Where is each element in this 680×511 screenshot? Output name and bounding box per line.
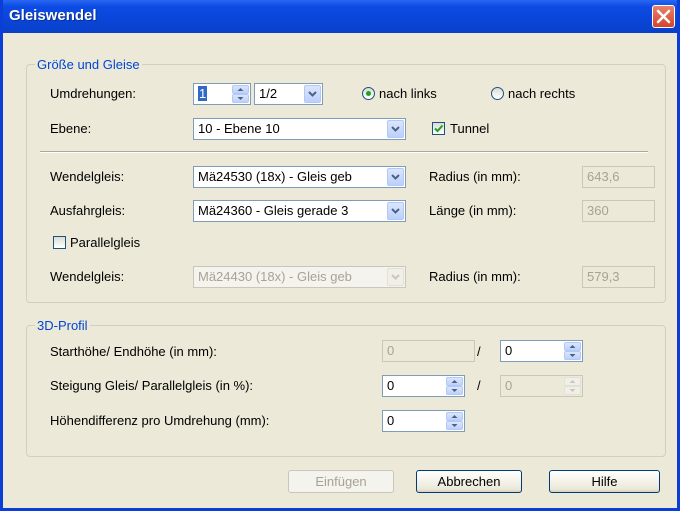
spiral-track-select[interactable]: Mä24530 (18x) - Gleis geb xyxy=(193,166,406,188)
help-button[interactable]: Hilfe xyxy=(549,470,660,493)
slope-parallel-value: 0 xyxy=(505,378,513,393)
rotations-input[interactable]: 1 xyxy=(193,83,251,105)
spin-arrows-icon xyxy=(237,88,244,100)
chevron-down-icon xyxy=(391,174,400,180)
slope-label: Steigung Gleis/ Parallelgleis (in %): xyxy=(50,378,254,393)
exit-length-field: 360 xyxy=(582,200,655,222)
parallel-spiral-value: Mä24430 (18x) - Gleis geb xyxy=(198,269,352,284)
end-height-input[interactable]: 0 xyxy=(500,340,583,362)
slope-track-spinner[interactable] xyxy=(446,377,463,395)
parallel-spiral-label: Wendelgleis: xyxy=(50,269,125,284)
slope-slash: / xyxy=(477,378,481,393)
spiral-radius-label: Radius (in mm): xyxy=(429,169,521,184)
parallel-spiral-select: Mä24430 (18x) - Gleis geb xyxy=(193,266,406,288)
size-group-legend: Größe und Gleise xyxy=(35,57,142,72)
direction-right-radio[interactable] xyxy=(491,87,504,100)
direction-left-radio[interactable] xyxy=(362,87,375,100)
exit-track-value: Mä24360 - Gleis gerade 3 xyxy=(198,203,349,218)
rotations-fraction-select[interactable]: 1/2 xyxy=(254,83,323,105)
spiral-track-value: Mä24530 (18x) - Gleis geb xyxy=(198,169,352,184)
height-diff-label: Höhendifferenz pro Umdrehung (mm): xyxy=(50,413,270,428)
chevron-down-icon xyxy=(391,274,400,280)
spiral-track-label: Wendelgleis: xyxy=(50,169,125,184)
dialog-window: Gleiswendel Größe und Gleise Umdrehungen… xyxy=(0,0,680,511)
chevron-down-icon xyxy=(308,91,317,97)
exit-track-select[interactable]: Mä24360 - Gleis gerade 3 xyxy=(193,200,406,222)
height-diff-spinner[interactable] xyxy=(446,412,463,430)
level-label: Ebene: xyxy=(50,121,92,136)
slope-parallel-field: 0 xyxy=(500,375,583,397)
direction-left-label[interactable]: nach links xyxy=(379,86,437,102)
parallel-radius-field: 579,3 xyxy=(582,266,655,288)
spin-arrows-icon xyxy=(451,380,458,392)
chevron-down-icon xyxy=(391,208,400,214)
spiral-radius-field: 643,6 xyxy=(582,166,655,188)
rotations-fraction-value: 1/2 xyxy=(259,86,278,101)
end-height-value: 0 xyxy=(505,343,513,358)
cancel-button[interactable]: Abbrechen xyxy=(416,470,522,493)
spin-arrows-icon xyxy=(451,415,458,427)
start-height-field: 0 xyxy=(382,340,475,362)
slope-track-input[interactable]: 0 xyxy=(382,375,465,397)
window-title: Gleiswendel xyxy=(9,7,97,24)
rotations-value: 1 xyxy=(198,86,208,101)
close-icon xyxy=(656,9,671,24)
close-button[interactable] xyxy=(652,5,675,28)
parallel-track-label[interactable]: Parallelgleis xyxy=(70,235,140,251)
slope-parallel-spinner xyxy=(564,377,581,395)
insert-button: Einfügen xyxy=(288,470,394,493)
chevron-down-icon xyxy=(391,126,400,132)
title-bar[interactable]: Gleiswendel xyxy=(3,0,677,33)
parallel-radius-label: Radius (in mm): xyxy=(429,269,521,284)
start-end-height-label: Starthöhe/ Endhöhe (in mm): xyxy=(50,344,217,359)
tunnel-checkbox[interactable] xyxy=(432,122,445,135)
slope-track-value: 0 xyxy=(387,378,395,393)
group-separator xyxy=(40,151,648,153)
height-diff-value: 0 xyxy=(387,413,395,428)
rotations-label: Umdrehungen: xyxy=(50,86,136,101)
direction-right-label[interactable]: nach rechts xyxy=(508,86,575,102)
checkmark-icon xyxy=(434,124,444,133)
spin-arrows-icon xyxy=(569,345,576,357)
exit-length-label: Länge (in mm): xyxy=(429,203,517,218)
profile-group-legend: 3D-Profil xyxy=(35,318,90,333)
rotations-spinner[interactable] xyxy=(232,85,249,103)
level-value: 10 - Ebene 10 xyxy=(198,121,280,136)
exit-track-label: Ausfahrgleis: xyxy=(50,203,126,218)
level-select[interactable]: 10 - Ebene 10 xyxy=(193,118,406,140)
tunnel-label[interactable]: Tunnel xyxy=(450,121,489,137)
spin-arrows-icon xyxy=(569,380,576,392)
parallel-track-checkbox[interactable] xyxy=(53,236,66,249)
start-end-slash: / xyxy=(477,344,481,359)
height-diff-input[interactable]: 0 xyxy=(382,410,465,432)
end-height-spinner[interactable] xyxy=(564,342,581,360)
